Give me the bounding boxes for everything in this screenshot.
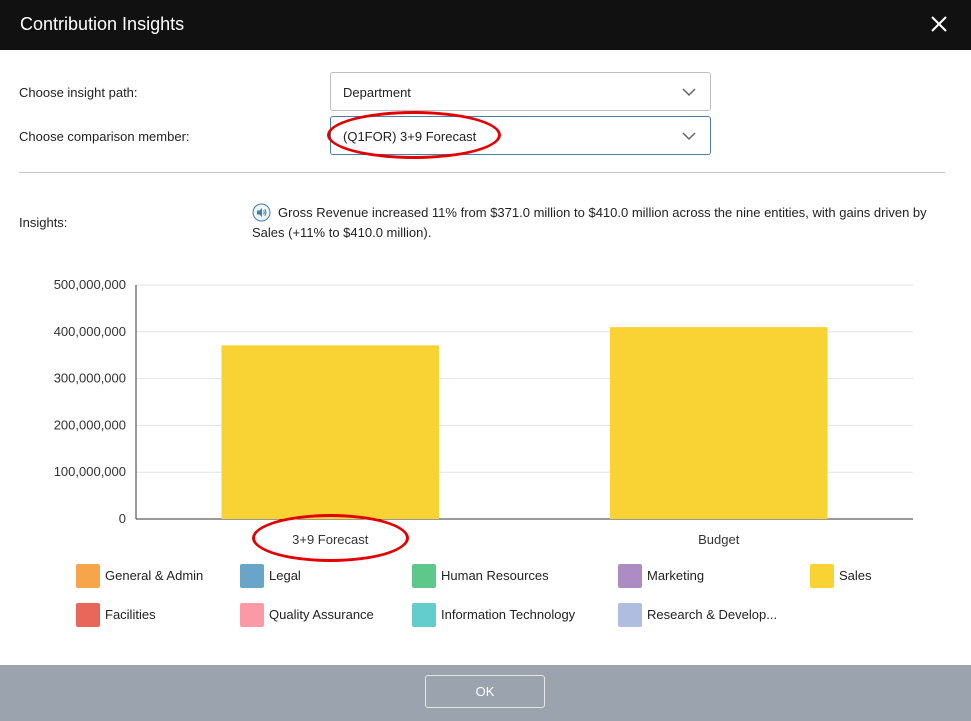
dialog-titlebar: Contribution Insights — [0, 0, 971, 50]
legend-swatch — [412, 603, 436, 627]
close-icon[interactable] — [929, 13, 949, 35]
bar-budget — [609, 327, 828, 519]
comparison-member-select[interactable]: (Q1FOR) 3+9 Forecast — [330, 116, 711, 155]
y-tick-label: 200,000,000 — [54, 417, 126, 432]
dialog-title: Contribution Insights — [20, 14, 185, 34]
bar-chart: 0 100,000,000 200,000,000 300,000,000 400,00… — [54, 277, 913, 547]
x-tick-label: Budget — [698, 532, 740, 547]
legend-label: Sales — [839, 568, 872, 583]
legend-label: Facilities — [105, 607, 156, 622]
bar-3-9-forecast — [221, 345, 440, 519]
legend-swatch — [240, 564, 264, 588]
legend-swatch — [618, 564, 642, 588]
legend-label: Information Technology — [441, 607, 576, 622]
comparison-member-label: Choose comparison member: — [19, 129, 190, 144]
legend-label: Legal — [269, 568, 301, 583]
y-tick-label: 400,000,000 — [54, 324, 126, 339]
divider — [19, 172, 945, 173]
legend-label: General & Admin — [105, 568, 204, 583]
ok-button[interactable]: OK — [425, 675, 545, 708]
legend-swatch — [810, 564, 834, 588]
y-tick-label: 100,000,000 — [54, 464, 126, 479]
dialog-footer: OK — [0, 665, 971, 721]
insights-text: Gross Revenue increased 11% from $371.0 … — [252, 205, 927, 240]
y-tick-label: 0 — [119, 511, 126, 526]
legend-swatch — [76, 564, 100, 588]
legend-label: Research & Develop... — [647, 607, 778, 622]
chevron-down-icon — [682, 132, 696, 141]
legend-label: Marketing — [647, 568, 705, 583]
insight-path-select[interactable]: Department — [330, 72, 711, 111]
x-tick-label: 3+9 Forecast — [292, 532, 369, 547]
legend-label: Quality Assurance — [269, 607, 374, 622]
legend-label: Human Resources — [441, 568, 549, 583]
legend-swatch — [76, 603, 100, 627]
comparison-member-value: (Q1FOR) 3+9 Forecast — [343, 129, 477, 144]
legend-swatch — [618, 603, 642, 627]
y-tick-label: 300,000,000 — [54, 371, 126, 386]
legend-swatch — [412, 564, 436, 588]
insights-label: Insights: — [19, 215, 68, 230]
insight-path-value: Department — [343, 85, 411, 100]
speaker-icon[interactable] — [252, 203, 271, 222]
chevron-down-icon — [682, 88, 696, 97]
insight-path-label: Choose insight path: — [19, 85, 138, 100]
legend-swatch — [240, 603, 264, 627]
y-tick-label: 500,000,000 — [54, 277, 126, 292]
